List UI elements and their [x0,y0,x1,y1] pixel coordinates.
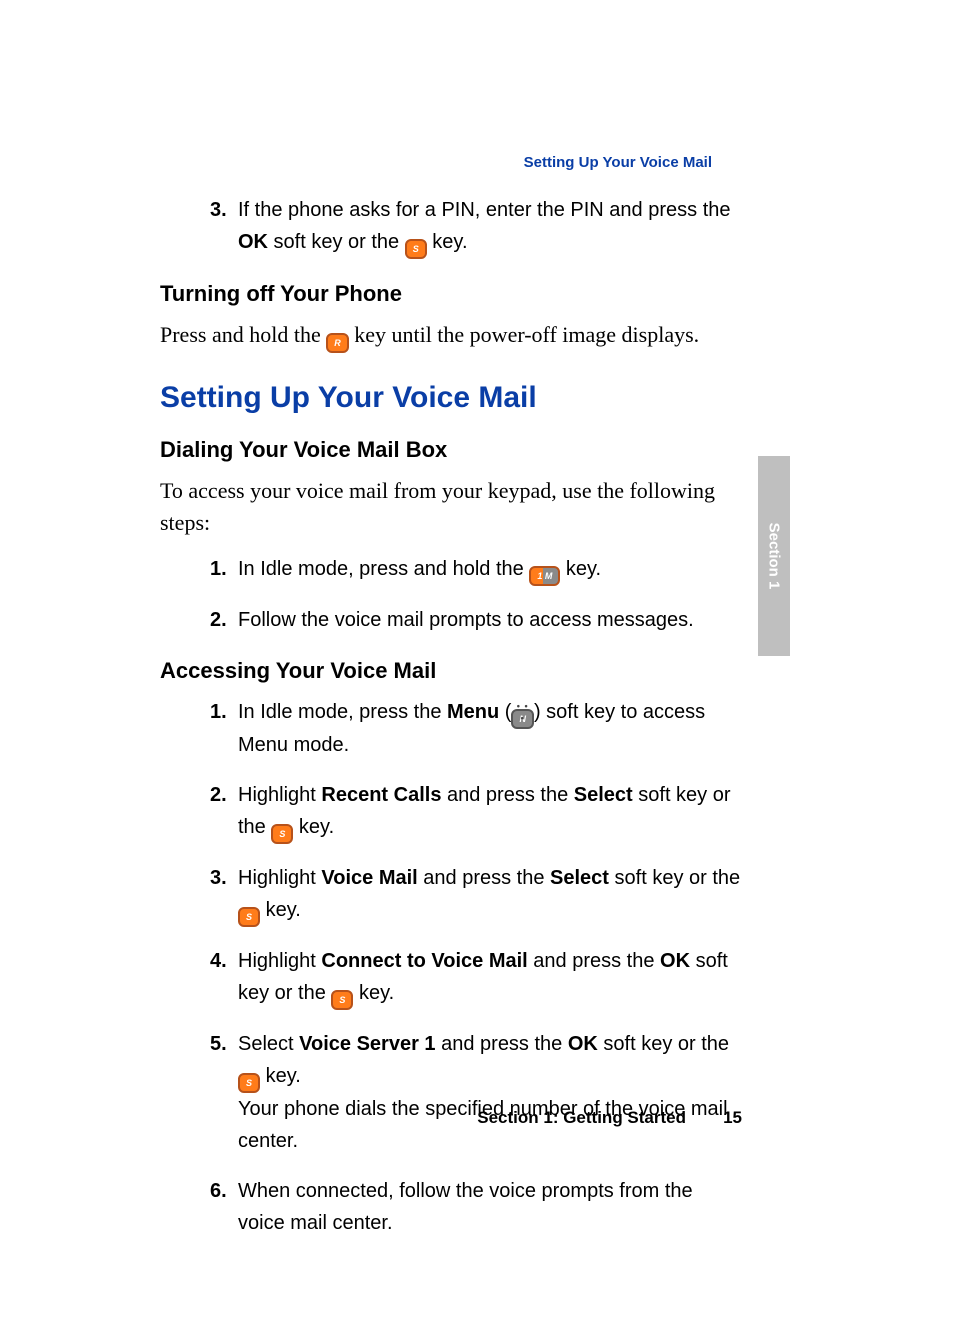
subheading-turning-off: Turning off Your Phone [160,281,742,307]
step-text: When connected, follow the voice prompts… [238,1180,693,1234]
step-text: soft key or the [609,867,740,889]
bold-text: OK [660,950,690,972]
list-item: 1.In Idle mode, press the Menu (N) soft … [238,696,742,761]
bold-text: OK [568,1033,598,1055]
dialing-step-list: 1.In Idle mode, press and hold the 1 M k… [160,553,742,636]
step-number: 1. [210,553,234,585]
bold-text: Voice Server 1 [299,1033,435,1055]
body-text: Press and hold the R key until the power… [160,319,742,353]
step-text: If the phone asks for a PIN, enter the P… [238,199,731,221]
step-number: 3. [210,194,234,226]
step-text: In Idle mode, press and hold the [238,558,529,580]
continued-step-list: 3.If the phone asks for a PIN, enter the… [160,194,742,259]
subheading-accessing: Accessing Your Voice Mail [160,658,742,684]
accessing-step-list: 1.In Idle mode, press the Menu (N) soft … [160,696,742,1239]
subheading-dialing: Dialing Your Voice Mail Box [160,437,742,463]
step-text: and press the [528,950,660,972]
step-text: Follow the voice mail prompts to access … [238,609,694,631]
manual-page: Setting Up Your Voice Mail 3.If the phon… [0,0,954,1319]
side-tab-label: Section 1 [766,523,783,590]
s-key-icon: S [238,1073,260,1093]
bold-text: OK [238,231,268,253]
step-text: key. [427,231,468,253]
step-number: 2. [210,779,234,811]
step-text: key. [260,899,301,921]
bold-text: Voice Mail [321,867,417,889]
heading-voice-mail: Setting Up Your Voice Mail [160,381,742,415]
step-text: Highlight [238,784,321,806]
step-text: key. [353,982,394,1004]
step-number: 3. [210,862,234,894]
bold-text: Connect to Voice Mail [321,950,527,972]
body-text: To access your voice mail from your keyp… [160,475,742,539]
list-item: 2.Follow the voice mail prompts to acces… [238,604,742,636]
s-key-icon: S [271,824,293,844]
list-item: 1.In Idle mode, press and hold the 1 M k… [238,553,742,586]
list-item: 3.Highlight Voice Mail and press the Sel… [238,862,742,927]
bold-text: Select [550,867,609,889]
step-text: and press the [418,867,550,889]
page-number: 15 [714,1108,742,1128]
list-item: 4.Highlight Connect to Voice Mail and pr… [238,945,742,1010]
bold-text: Select [574,784,633,806]
step-number: 6. [210,1175,234,1207]
step-text: key. [293,816,334,838]
list-item: 2.Highlight Recent Calls and press the S… [238,779,742,844]
body-text: key until the power-off image displays. [349,322,699,347]
body-text: Press and hold the [160,322,326,347]
step-number: 2. [210,604,234,636]
page-content: 3.If the phone asks for a PIN, enter the… [160,152,742,1257]
step-text: and press the [436,1033,568,1055]
bold-text: Recent Calls [321,784,441,806]
step-number: 5. [210,1028,234,1060]
step-text: key. [260,1065,301,1087]
bold-text: Menu [447,701,499,723]
s-key-icon: S [238,907,260,927]
step-text: In Idle mode, press the [238,701,447,723]
step-text: ( [499,701,511,723]
step-text: Highlight [238,867,321,889]
step-text: Highlight [238,950,321,972]
step-text: Select [238,1033,299,1055]
step-text: soft key or the [268,231,405,253]
s-key-icon: S [331,990,353,1010]
step-text: soft key or the [598,1033,729,1055]
section-side-tab: Section 1 [758,456,790,656]
s-key-icon: S [405,239,427,259]
step-text: and press the [441,784,573,806]
step-text: key. [560,558,601,580]
r-key-icon: R [326,333,349,353]
list-item: 6.When connected, follow the voice promp… [238,1175,742,1239]
footer-section: Section 1: Getting Started [477,1108,686,1127]
menu-key-wrap: N [511,696,534,729]
menu-key-icon: N [511,709,534,729]
step-number: 4. [210,945,234,977]
list-item: 5.Select Voice Server 1 and press the OK… [238,1028,742,1157]
page-footer: Section 1: Getting Started 15 [160,1108,742,1128]
list-item: 3.If the phone asks for a PIN, enter the… [238,194,742,259]
step-number: 1. [210,696,234,728]
one-key-icon: 1 M [529,566,560,586]
